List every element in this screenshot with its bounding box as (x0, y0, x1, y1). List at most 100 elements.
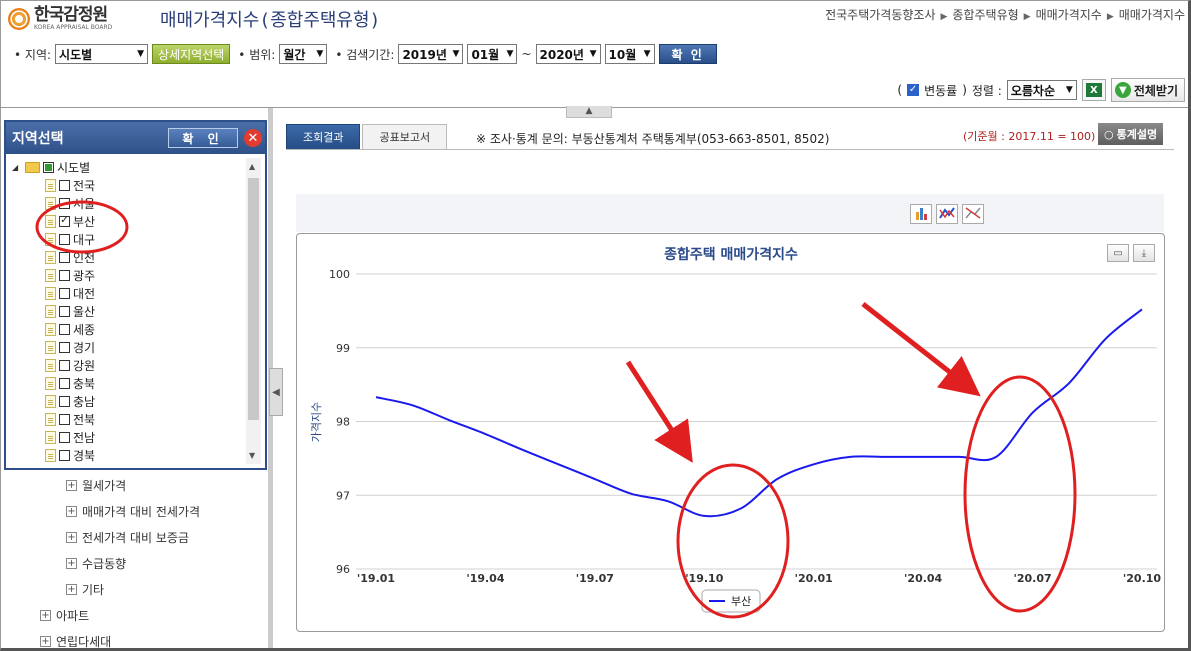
region-checkbox[interactable] (59, 323, 70, 335)
region-checkbox[interactable] (59, 359, 70, 371)
range-label: • 범위: (238, 47, 276, 62)
breadcrumb-item[interactable]: 매매가격지수 (1036, 8, 1102, 22)
document-icon (45, 448, 56, 462)
region-select[interactable]: 시도별 ▼ (55, 44, 149, 64)
x-tick-label: '20.01 (795, 572, 833, 585)
menu-item[interactable]: + 매매가격 대비 전세가격 (40, 498, 200, 524)
tree-item[interactable]: 광주 (12, 266, 244, 284)
to-year-select[interactable]: 2020년 ▼ (535, 44, 601, 64)
expand-plus-icon[interactable]: + (66, 479, 77, 491)
tree-item[interactable]: 충남 (12, 392, 244, 410)
breadcrumb-item[interactable]: 매매가격지수 (1119, 8, 1185, 22)
x-tick-label: '20.07 (1013, 572, 1051, 585)
tree-root[interactable]: ◢ 시도별 (12, 158, 244, 176)
tree-scrollbar[interactable]: ▲ ▼ (246, 158, 261, 464)
tree-item[interactable]: 세종 (12, 320, 244, 338)
stat-description-button[interactable]: ○ 통계설명 (1098, 123, 1164, 145)
menu-item[interactable]: + 월세가격 (40, 472, 200, 498)
region-checkbox[interactable] (59, 341, 70, 353)
tree-item[interactable]: 전북 (12, 410, 244, 428)
tree-item[interactable]: 울산 (12, 302, 244, 320)
tree-item[interactable]: 서울 (12, 194, 244, 212)
base-month-note: (기준월 : 2017.11 = 100) (963, 130, 1096, 143)
region-confirm-button[interactable]: 확 인 (168, 128, 238, 148)
sort-select[interactable]: 오름차순 ▼ (1006, 80, 1077, 100)
line-chart-icon[interactable] (936, 204, 958, 224)
expand-plus-icon[interactable]: + (66, 583, 77, 595)
range-select[interactable]: 월간 ▼ (279, 44, 328, 64)
logo[interactable]: 한국감정원 KOREA APPRAISAL BOARD (8, 6, 112, 31)
tree-item[interactable]: 전남 (12, 428, 244, 446)
tree-item[interactable]: 경북 (12, 446, 244, 464)
region-checkbox[interactable] (59, 431, 70, 443)
chart-title: 종합주택 매매가격지수 (664, 246, 798, 263)
excel-export-button[interactable]: X (1081, 79, 1106, 101)
expand-triangle-icon[interactable]: ◢ (12, 163, 22, 172)
tree-item[interactable]: 전국 (12, 176, 244, 194)
region-panel-header: 지역선택 확 인 ✕ (6, 122, 265, 154)
scrollbar-thumb[interactable] (248, 178, 259, 420)
download-all-button[interactable]: ▼ 전체받기 (1110, 78, 1185, 102)
region-checkbox[interactable] (59, 287, 70, 299)
bar-chart-icon[interactable] (910, 204, 932, 224)
tree-item-label: 충남 (73, 394, 96, 409)
region-checkbox[interactable] (59, 269, 70, 281)
tree-item-label: 대전 (73, 286, 96, 301)
scroll-up-icon[interactable]: ▲ (249, 162, 255, 171)
tree-item[interactable]: 인천 (12, 248, 244, 266)
chevron-down-icon: ▼ (589, 49, 597, 59)
region-checkbox[interactable] (59, 251, 70, 263)
paren-close: ) (962, 83, 967, 97)
menu-item[interactable]: + 아파트 (40, 602, 200, 628)
collapse-header-button[interactable]: ▲ (566, 106, 612, 118)
area-chart-icon[interactable] (962, 204, 984, 224)
region-checkbox[interactable] (59, 233, 70, 245)
document-icon (45, 376, 56, 390)
tab-report[interactable]: 공표보고서 (362, 124, 448, 150)
root-checkbox[interactable] (43, 161, 54, 173)
search-confirm-button[interactable]: 확 인 (658, 44, 717, 64)
expand-plus-icon[interactable]: + (40, 609, 51, 621)
detail-region-button[interactable]: 상세지역선택 (152, 44, 231, 64)
menu-item[interactable]: + 전세가격 대비 보증금 (40, 524, 200, 550)
tree-item[interactable]: 대전 (12, 284, 244, 302)
logo-mark-icon (8, 7, 30, 30)
tree-item[interactable]: 강원 (12, 356, 244, 374)
region-checkbox[interactable] (59, 413, 70, 425)
menu-item[interactable]: + 기타 (40, 576, 200, 602)
from-month-select[interactable]: 01월 ▼ (467, 44, 518, 64)
collapse-left-button[interactable]: ◀ (269, 368, 283, 416)
series-line (375, 308, 1143, 518)
menu-item[interactable]: + 수급동향 (40, 550, 200, 576)
region-checkbox[interactable] (59, 197, 70, 209)
close-icon[interactable]: ✕ (244, 129, 262, 147)
breadcrumb-item[interactable]: 전국주택가격동향조사 (825, 8, 935, 22)
search-bar: • 지역: 시도별 ▼ 상세지역선택 • 범위: 월간 ▼ • 검색기간: 2019… (10, 44, 717, 64)
tab-result[interactable]: 조회결과 (286, 124, 361, 150)
scroll-down-icon[interactable]: ▼ (249, 451, 255, 460)
region-checkbox[interactable] (59, 449, 70, 461)
to-month-select[interactable]: 10월 ▼ (604, 44, 655, 64)
tree-item[interactable]: 충북 (12, 374, 244, 392)
expand-plus-icon[interactable]: + (40, 635, 51, 647)
paren-open: ( (897, 83, 903, 97)
tree-item[interactable]: ✓ 부산 (12, 212, 244, 230)
expand-plus-icon[interactable]: + (66, 505, 77, 517)
from-year-select[interactable]: 2019년 ▼ (398, 44, 464, 64)
region-checkbox[interactable] (59, 377, 70, 389)
document-icon (45, 412, 56, 426)
change-rate-checkbox[interactable]: ✓ (907, 84, 920, 96)
menu-item[interactable]: + 연립다세대 (40, 628, 200, 651)
expand-plus-icon[interactable]: + (66, 531, 77, 543)
expand-plus-icon[interactable]: + (66, 557, 77, 569)
region-checkbox[interactable] (59, 305, 70, 317)
x-tick-label: '19.10 (685, 572, 724, 585)
tree-item[interactable]: 경기 (12, 338, 244, 356)
region-checkbox[interactable]: ✓ (59, 215, 70, 227)
tree-item[interactable]: 대구 (12, 230, 244, 248)
region-checkbox[interactable] (59, 395, 70, 407)
tab-underline (286, 149, 1174, 150)
breadcrumb-item[interactable]: 종합주택유형 (952, 8, 1018, 22)
chevron-left-icon: ◀ (272, 386, 280, 398)
region-checkbox[interactable] (59, 179, 70, 191)
